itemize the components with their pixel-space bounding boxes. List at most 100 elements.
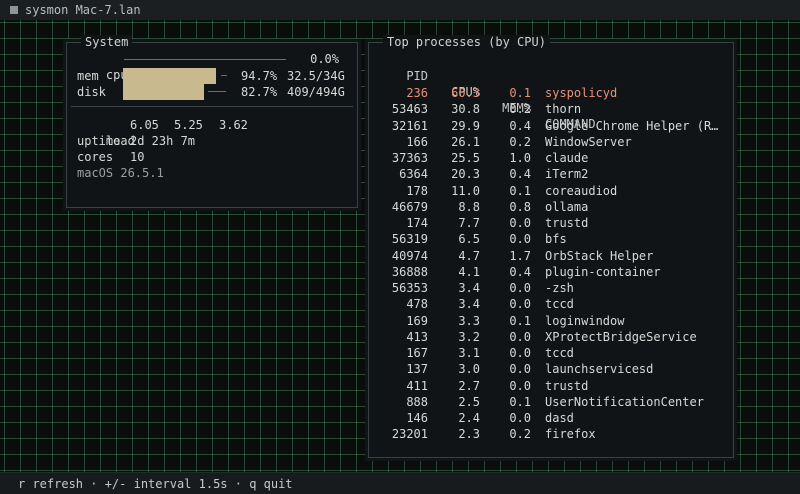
process-row[interactable]: 478 3.4 0.0 tccd (369, 296, 733, 312)
process-row[interactable]: 46679 8.8 0.8 ollama (369, 199, 733, 215)
process-row[interactable]: 166 26.1 0.2 WindowServer (369, 134, 733, 150)
window-title: sysmon Mac-7.lan (25, 3, 141, 17)
system-panel-title: System (81, 35, 133, 49)
process-command: OrbStack Helper (545, 248, 654, 263)
disk-amount: 409/494G (287, 85, 345, 99)
process-mem: 0.4 (509, 118, 531, 133)
process-pid: 37363 (391, 151, 428, 165)
process-pid: 146 (406, 411, 428, 425)
cpu-percent: 0.0% (310, 52, 339, 66)
disk-bar (123, 84, 226, 100)
process-pid: 40974 (391, 248, 428, 263)
process-pid: 56319 (391, 232, 428, 247)
process-pid: 169 (406, 313, 428, 328)
process-cpu: 60.3 (451, 86, 480, 100)
process-mem: 0.0 (509, 232, 531, 247)
process-pid: 178 (406, 183, 428, 198)
process-command: dasd (545, 411, 574, 425)
process-command: tccd (545, 297, 574, 312)
process-row[interactable]: 56353 3.4 0.0 -zsh (369, 280, 733, 296)
uptime-label: uptime (77, 134, 121, 148)
process-row[interactable]: 236 60.3 0.1 syspolicyd (369, 85, 733, 101)
process-row[interactable]: 53463 30.8 0.2 thorn (369, 101, 733, 117)
process-cpu: 2.4 (458, 411, 480, 425)
process-row[interactable]: 6364 20.3 0.4 iTerm2 (369, 166, 733, 182)
status-bar: r refresh · +/- interval 1.5s · q quit (0, 472, 800, 494)
process-command: trustd (545, 378, 589, 393)
process-cpu: 11.0 (451, 183, 480, 198)
window-titlebar: sysmon Mac-7.lan (0, 0, 800, 20)
process-cpu: 29.9 (451, 118, 480, 133)
process-table-header: PID CPU% MEM% COMMAND (369, 52, 733, 131)
process-command: -zsh (545, 281, 574, 295)
process-pid: 478 (406, 297, 428, 312)
keybinding-hints: r refresh · +/- interval 1.5s · q quit (18, 476, 293, 491)
process-mem: 0.2 (509, 102, 531, 117)
uptime-value: 2d 23h 7m (130, 134, 196, 148)
process-cpu: 7.7 (458, 216, 480, 230)
disk-bar-fill (123, 84, 205, 100)
process-pid: 56353 (391, 281, 428, 295)
process-command: syspolicyd (545, 86, 618, 100)
process-command: firefox (545, 427, 596, 442)
process-command: WindowServer (545, 134, 632, 149)
process-cpu: 26.1 (451, 134, 480, 149)
cpu-bar-track (124, 59, 286, 60)
process-command: tccd (545, 346, 574, 360)
process-command: iTerm2 (545, 167, 589, 182)
process-cpu: 20.3 (451, 167, 480, 182)
cpu-bar (124, 51, 286, 67)
process-mem: 0.0 (509, 216, 531, 230)
mem-bar (123, 68, 227, 84)
process-row[interactable]: 56319 6.5 0.0 bfs (369, 231, 733, 247)
process-pid: 413 (406, 329, 428, 344)
process-row[interactable]: 37363 25.5 1.0 claude (369, 150, 733, 166)
process-row[interactable]: 888 2.5 0.1 UserNotificationCenter (369, 394, 733, 410)
process-cpu: 3.4 (458, 297, 480, 312)
load-row: load (77, 117, 135, 148)
process-row[interactable]: 40974 4.7 1.7 OrbStack Helper (369, 248, 733, 264)
process-cpu: 2.3 (458, 427, 480, 442)
process-command: XProtectBridgeService (545, 329, 697, 344)
process-row[interactable]: 411 2.7 0.0 trustd (369, 378, 733, 394)
disk-label: disk (77, 85, 106, 99)
os-version: macOS 26.5.1 (77, 166, 164, 180)
process-mem: 0.0 (509, 362, 531, 377)
process-mem: 1.0 (509, 151, 531, 165)
process-row[interactable]: 32161 29.9 0.4 Google Chrome Helper (R… (369, 118, 733, 134)
process-row[interactable]: 137 3.0 0.0 launchservicesd (369, 361, 733, 377)
process-row[interactable]: 174 7.7 0.0 trustd (369, 215, 733, 231)
process-command: loginwindow (545, 313, 625, 328)
process-pid: 888 (406, 394, 428, 409)
process-command: thorn (545, 102, 582, 117)
process-pid: 137 (406, 362, 428, 377)
process-mem: 0.0 (509, 346, 531, 360)
process-row[interactable]: 413 3.2 0.0 XProtectBridgeService (369, 329, 733, 345)
process-row[interactable]: 23201 2.3 0.2 firefox (369, 426, 733, 442)
process-row[interactable]: 146 2.4 0.0 dasd (369, 410, 733, 426)
mem-percent: 94.7% (241, 69, 278, 83)
cpu-row: cpu (77, 51, 128, 82)
process-cpu: 30.8 (451, 102, 480, 117)
process-cpu: 3.4 (458, 281, 480, 295)
process-cpu: 3.3 (458, 313, 480, 328)
process-mem: 0.0 (509, 378, 531, 393)
process-command: Google Chrome Helper (R… (545, 118, 719, 133)
process-row[interactable]: 169 3.3 0.1 loginwindow (369, 313, 733, 329)
system-panel: System cpu 0.0% mem 94.7% 32.5/34G disk … (66, 35, 358, 208)
process-command: trustd (545, 216, 589, 230)
process-row[interactable]: 36888 4.1 0.4 plugin-container (369, 264, 733, 280)
process-mem: 0.2 (509, 134, 531, 149)
mem-label: mem (77, 69, 99, 83)
process-pid: 236 (406, 86, 428, 100)
process-pid: 32161 (391, 118, 428, 133)
process-mem: 1.7 (509, 248, 531, 263)
process-mem: 0.1 (509, 394, 531, 409)
load-1: 6.05 (130, 118, 159, 132)
process-row[interactable]: 178 11.0 0.1 coreaudiod (369, 183, 733, 199)
process-mem: 0.8 (509, 199, 531, 214)
process-cpu: 25.5 (451, 151, 480, 165)
process-pid: 166 (406, 134, 428, 149)
disk-percent: 82.7% (241, 85, 278, 99)
process-row[interactable]: 167 3.1 0.0 tccd (369, 345, 733, 361)
